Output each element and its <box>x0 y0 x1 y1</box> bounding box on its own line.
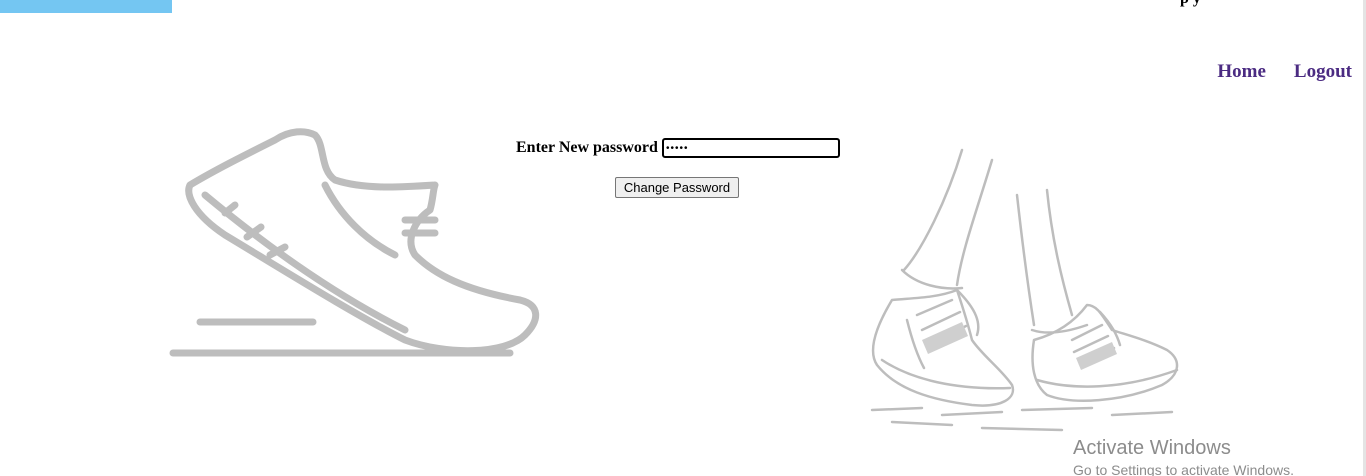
nav-home-link[interactable]: Home <box>1217 61 1266 83</box>
header-clipped-text: p y <box>1180 0 1201 8</box>
header-accent-bar <box>0 0 168 13</box>
new-password-label: Enter New password <box>516 139 658 156</box>
running-shoe-icon <box>169 128 540 357</box>
change-password-button[interactable]: Change Password <box>615 177 739 198</box>
header-accent-bar-edge <box>168 0 172 13</box>
watermark-title: Activate Windows <box>1073 437 1231 459</box>
nav-logout-link[interactable]: Logout <box>1294 61 1352 83</box>
top-nav: Home Logout <box>1217 61 1352 83</box>
walking-sneakers-illustration <box>870 148 1179 432</box>
watermark-subtitle: Go to Settings to activate Windows. <box>1073 462 1294 476</box>
activate-windows-watermark: Activate Windows Go to Settings to activ… <box>1073 437 1294 476</box>
change-password-form: Enter New password <box>516 138 840 158</box>
new-password-input[interactable] <box>661 138 840 158</box>
